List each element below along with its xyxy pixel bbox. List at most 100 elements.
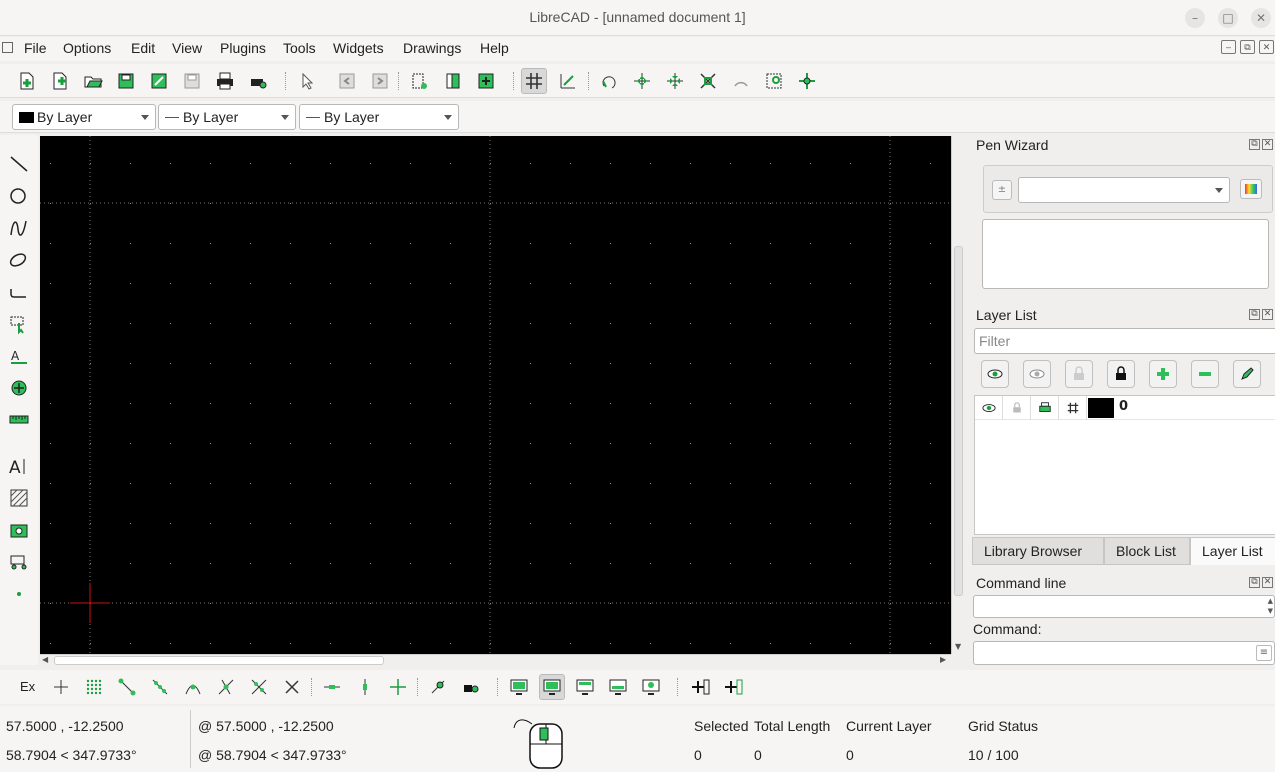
undo-icon[interactable] bbox=[334, 68, 360, 94]
command-history[interactable]: ▲ ▼ bbox=[973, 595, 1275, 618]
hide-all-layers-button[interactable] bbox=[1023, 360, 1051, 388]
layer-color-swatch[interactable] bbox=[1088, 398, 1114, 418]
redraw-icon[interactable] bbox=[596, 68, 622, 94]
layer-row[interactable]: 0 bbox=[975, 396, 1275, 420]
layer-print-icon[interactable] bbox=[1031, 396, 1059, 420]
drawing-canvas[interactable] bbox=[40, 136, 951, 654]
view-mode-4-icon[interactable] bbox=[605, 674, 631, 700]
horizontal-scrollbar[interactable]: ◀ ▶ bbox=[40, 654, 951, 666]
menu-icon[interactable]: ≡ bbox=[1256, 645, 1272, 661]
tab-layer-list[interactable]: Layer List bbox=[1190, 537, 1275, 565]
mdi-minimize-icon[interactable]: – bbox=[1221, 40, 1236, 54]
float-icon[interactable]: ⧉ bbox=[1249, 577, 1260, 588]
modify-tool-icon[interactable] bbox=[6, 375, 32, 401]
measure-tool-icon[interactable] bbox=[6, 407, 32, 433]
zoom-in-icon[interactable] bbox=[629, 68, 655, 94]
copy-icon[interactable] bbox=[440, 68, 466, 94]
image-tool-icon[interactable] bbox=[6, 517, 32, 543]
maximize-icon[interactable]: □ bbox=[1218, 8, 1238, 28]
view-mode-1-icon[interactable] bbox=[506, 674, 532, 700]
open-file-icon[interactable] bbox=[80, 68, 106, 94]
lock-all-layers-button[interactable] bbox=[1107, 360, 1135, 388]
restrict-horizontal-icon[interactable] bbox=[319, 674, 345, 700]
menu-plugins[interactable]: Plugins bbox=[220, 40, 266, 56]
menu-options[interactable]: Options bbox=[63, 40, 111, 56]
minimize-icon[interactable]: – bbox=[1185, 8, 1205, 28]
scroll-down-icon[interactable]: ▼ bbox=[955, 642, 961, 651]
snap-grid-icon[interactable] bbox=[81, 674, 107, 700]
snap-middle-icon[interactable] bbox=[213, 674, 239, 700]
add-layer-button[interactable] bbox=[1149, 360, 1177, 388]
scroll-right-icon[interactable]: ▶ bbox=[940, 655, 946, 664]
pen-wizard-combo[interactable] bbox=[1018, 177, 1230, 203]
tab-block-list[interactable]: Block List bbox=[1104, 537, 1190, 565]
block-tool-icon[interactable] bbox=[6, 549, 32, 575]
layer-list-dock-buttons[interactable]: ⧉ ✕ bbox=[1247, 309, 1273, 320]
point-tool-icon[interactable] bbox=[6, 581, 32, 607]
close-icon[interactable]: ✕ bbox=[1262, 309, 1273, 320]
horizontal-scroll-thumb[interactable] bbox=[54, 656, 384, 665]
menu-help[interactable]: Help bbox=[480, 40, 509, 56]
snap-endpoint-icon[interactable] bbox=[114, 674, 140, 700]
zoom-pan-icon[interactable] bbox=[794, 68, 820, 94]
snap-center-icon[interactable] bbox=[180, 674, 206, 700]
vertical-scroll-thumb[interactable] bbox=[954, 246, 963, 596]
remove-layer-button[interactable] bbox=[1191, 360, 1219, 388]
print-icon[interactable] bbox=[212, 68, 238, 94]
close-icon[interactable]: ✕ bbox=[1262, 577, 1273, 588]
zoom-previous-icon[interactable] bbox=[728, 68, 754, 94]
lock-relative-zero-icon[interactable] bbox=[458, 674, 484, 700]
grid-icon[interactable] bbox=[521, 68, 547, 94]
zoom-window-icon[interactable] bbox=[761, 68, 787, 94]
tab-library-browser[interactable]: Library Browser bbox=[972, 537, 1104, 565]
view-mode-2-icon[interactable] bbox=[539, 674, 565, 700]
save-as-icon[interactable] bbox=[146, 68, 172, 94]
restrict-vertical-icon[interactable] bbox=[352, 674, 378, 700]
layer-construction-icon[interactable] bbox=[1059, 396, 1087, 420]
select-tool-icon[interactable] bbox=[6, 311, 32, 337]
view-mode-5-icon[interactable] bbox=[638, 674, 664, 700]
pen-width-combo[interactable]: By Layer bbox=[158, 104, 296, 130]
unlock-all-layers-button[interactable] bbox=[1065, 360, 1093, 388]
mdi-close-icon[interactable]: ✕ bbox=[1259, 40, 1274, 54]
menu-drawings[interactable]: Drawings bbox=[403, 40, 461, 56]
draft-mode-icon[interactable] bbox=[555, 68, 581, 94]
paste-icon[interactable] bbox=[473, 68, 499, 94]
float-icon[interactable]: ⧉ bbox=[1249, 139, 1260, 150]
close-icon[interactable]: ✕ bbox=[1251, 8, 1271, 28]
menu-edit[interactable]: Edit bbox=[131, 40, 155, 56]
print-preview-icon[interactable] bbox=[245, 68, 271, 94]
edit-layer-button[interactable] bbox=[1233, 360, 1261, 388]
menu-tools[interactable]: Tools bbox=[283, 40, 316, 56]
restrict-orthogonal-icon[interactable] bbox=[385, 674, 411, 700]
hatch-tool-icon[interactable] bbox=[6, 485, 32, 511]
menu-view[interactable]: View bbox=[172, 40, 202, 56]
float-icon[interactable]: ⧉ bbox=[1249, 309, 1260, 320]
pen-type-combo[interactable]: By Layer bbox=[299, 104, 459, 130]
zoom-out-icon[interactable] bbox=[662, 68, 688, 94]
menu-widgets[interactable]: Widgets bbox=[333, 40, 384, 56]
add-dock-icon[interactable] bbox=[688, 674, 714, 700]
new-template-icon[interactable] bbox=[47, 68, 73, 94]
add-custom-toolbar-icon[interactable] bbox=[721, 674, 747, 700]
snap-distance-icon[interactable] bbox=[246, 674, 272, 700]
snap-free-icon[interactable] bbox=[48, 674, 74, 700]
new-file-icon[interactable] bbox=[14, 68, 40, 94]
pen-wizard-favorites[interactable] bbox=[982, 219, 1269, 289]
cut-icon[interactable] bbox=[406, 68, 432, 94]
text-tool-icon[interactable]: A bbox=[6, 453, 32, 479]
palette-toggle-icon[interactable]: ± bbox=[992, 180, 1012, 200]
set-relative-zero-icon[interactable] bbox=[425, 674, 451, 700]
snap-on-entity-icon[interactable] bbox=[147, 674, 173, 700]
zoom-auto-icon[interactable] bbox=[695, 68, 721, 94]
layer-filter-input[interactable]: Filter bbox=[974, 328, 1275, 354]
polyline-tool-icon[interactable] bbox=[6, 279, 32, 305]
exclusive-snap-button[interactable]: Ex bbox=[20, 679, 35, 694]
menu-file[interactable]: File bbox=[24, 40, 47, 56]
view-mode-3-icon[interactable] bbox=[572, 674, 598, 700]
pen-color-combo[interactable]: By Layer bbox=[12, 104, 156, 130]
close-icon[interactable]: ✕ bbox=[1262, 139, 1273, 150]
mdi-restore-icon[interactable]: ⧉ bbox=[1240, 40, 1255, 54]
spin-arrows-icon[interactable]: ▲ ▼ bbox=[1268, 596, 1273, 616]
ellipse-tool-icon[interactable] bbox=[6, 247, 32, 273]
